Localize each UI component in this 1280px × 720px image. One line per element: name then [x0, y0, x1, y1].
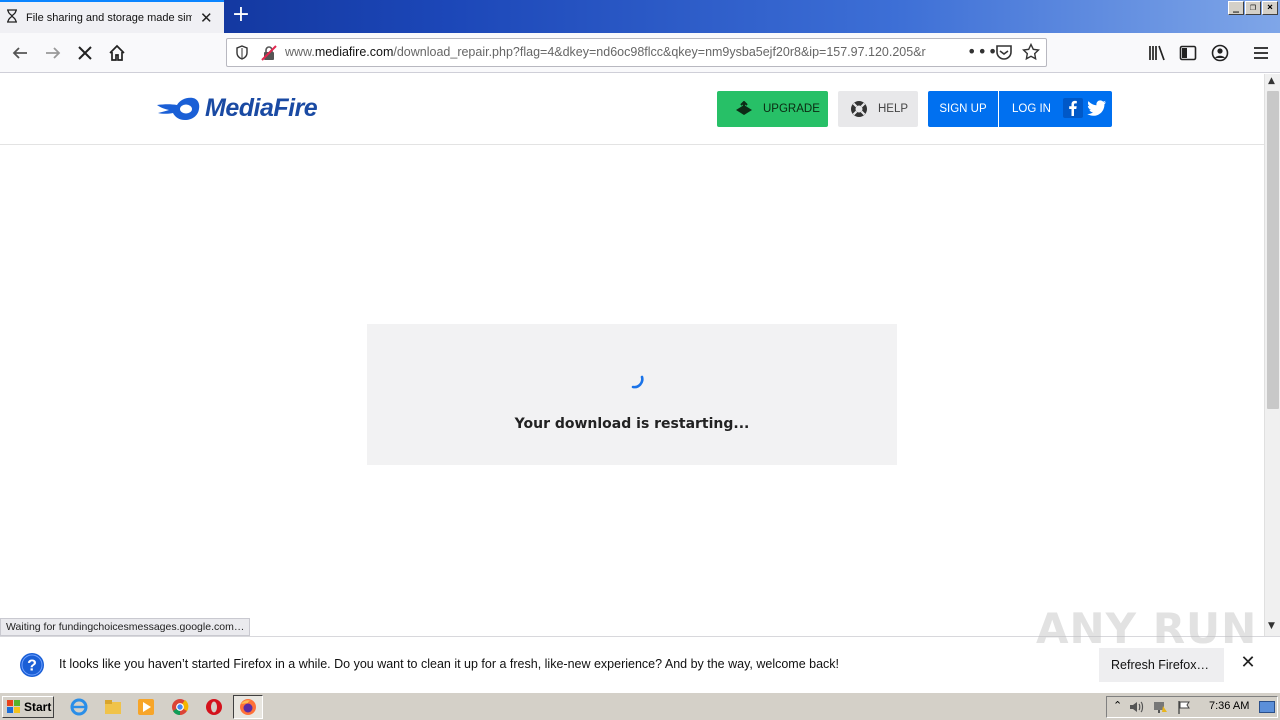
- windows-taskbar: Start ⌃ 7:36 AM: [0, 692, 1280, 720]
- start-label: Start: [24, 700, 52, 714]
- firefox-taskbar-button[interactable]: [233, 695, 263, 719]
- scrollbar-thumb[interactable]: [1267, 91, 1279, 409]
- home-icon[interactable]: [105, 41, 129, 65]
- volume-icon[interactable]: [1129, 700, 1145, 714]
- stop-loading-icon[interactable]: [73, 41, 97, 65]
- pocket-icon[interactable]: [995, 44, 1013, 65]
- question-icon: ?: [20, 653, 44, 677]
- log-in-button[interactable]: LOG IN: [999, 91, 1112, 127]
- url-text[interactable]: www.mediafire.com/download_repair.php?fl…: [285, 45, 957, 59]
- chrome-icon[interactable]: [171, 698, 189, 716]
- tray-expand-icon[interactable]: ⌃: [1113, 699, 1122, 712]
- minimize-button[interactable]: _: [1228, 1, 1244, 15]
- sidebar-icon[interactable]: [1176, 41, 1200, 65]
- logo-wordmark: MediaFire: [205, 94, 318, 122]
- bookmark-star-icon[interactable]: [1021, 42, 1041, 65]
- upgrade-label: UPGRADE: [763, 103, 820, 115]
- back-arrow-icon[interactable]: [8, 41, 32, 65]
- scroll-down-arrow-icon[interactable]: ▼: [1268, 621, 1275, 631]
- site-header: MediaFire UPGRADE HELP SIGN UP LOG IN: [0, 74, 1264, 145]
- internet-explorer-icon[interactable]: [70, 698, 88, 716]
- mediafire-logo[interactable]: MediaFire: [155, 94, 318, 123]
- svg-text:?: ?: [27, 658, 37, 675]
- page-actions-icon[interactable]: •••: [967, 42, 998, 61]
- tab-close-icon[interactable]: ✕: [200, 9, 213, 27]
- help-button[interactable]: HELP: [838, 91, 918, 127]
- vertical-scrollbar[interactable]: ▲ ▼: [1264, 74, 1280, 636]
- lifebuoy-icon: [851, 101, 867, 117]
- firefox-refresh-notification: ? It looks like you haven’t started Fire…: [0, 636, 1280, 692]
- system-tray: ⌃ 7:36 AM: [1106, 696, 1278, 718]
- upgrade-icon: [736, 101, 752, 115]
- hamburger-menu-icon[interactable]: [1249, 41, 1273, 65]
- forward-arrow-icon[interactable]: [41, 41, 65, 65]
- url-bar[interactable]: www.mediafire.com/download_repair.php?fl…: [226, 38, 1047, 67]
- library-icon[interactable]: [1145, 41, 1169, 65]
- loading-spinner-icon: [631, 375, 644, 389]
- notification-message: It looks like you haven’t started Firefo…: [59, 657, 840, 671]
- tracking-shield-icon[interactable]: [235, 45, 249, 64]
- twitter-icon[interactable]: [1087, 99, 1107, 120]
- insecure-lock-icon[interactable]: [261, 45, 277, 65]
- upgrade-button[interactable]: UPGRADE: [717, 91, 828, 127]
- loading-hourglass-icon: [6, 8, 18, 27]
- notification-close-icon[interactable]: ✕: [1240, 654, 1256, 672]
- clock: 7:36 AM: [1209, 700, 1250, 712]
- scroll-up-arrow-icon[interactable]: ▲: [1268, 76, 1275, 86]
- log-in-label: LOG IN: [1012, 103, 1051, 115]
- sign-up-button[interactable]: SIGN UP: [928, 91, 998, 127]
- restore-button[interactable]: ❐: [1245, 1, 1261, 15]
- help-label: HELP: [878, 103, 909, 115]
- media-player-icon[interactable]: [137, 698, 155, 716]
- tab-title: File sharing and storage made simple: [26, 11, 192, 24]
- refresh-firefox-button[interactable]: Refresh Firefox…: [1099, 648, 1224, 682]
- opera-icon[interactable]: [205, 698, 223, 716]
- windows-logo-icon: [7, 700, 20, 713]
- file-explorer-icon[interactable]: [104, 698, 122, 716]
- facebook-icon[interactable]: [1062, 97, 1083, 121]
- action-center-flag-icon[interactable]: [1177, 700, 1191, 714]
- web-page: MediaFire UPGRADE HELP SIGN UP LOG IN Yo…: [0, 74, 1264, 636]
- flame-logo-icon: [157, 97, 200, 120]
- show-desktop-icon[interactable]: [1259, 701, 1275, 713]
- account-icon[interactable]: [1208, 41, 1232, 65]
- start-button[interactable]: Start: [2, 696, 54, 718]
- navigation-toolbar: www.mediafire.com/download_repair.php?fl…: [0, 33, 1280, 73]
- new-tab-button[interactable]: +: [228, 3, 254, 29]
- firefox-icon: [240, 699, 256, 715]
- restart-message: Your download is restarting...: [514, 416, 750, 432]
- window-close-button[interactable]: ×: [1262, 1, 1278, 15]
- tab-strip: File sharing and storage made simple ✕ +…: [0, 0, 1280, 33]
- network-icon[interactable]: [1153, 700, 1169, 714]
- tab-mediafire[interactable]: File sharing and storage made simple ✕: [0, 0, 224, 33]
- status-bar-text: Waiting for fundingchoicesmessages.googl…: [0, 618, 251, 636]
- download-restart-panel: Your download is restarting...: [367, 324, 897, 465]
- sign-up-label: SIGN UP: [939, 103, 987, 115]
